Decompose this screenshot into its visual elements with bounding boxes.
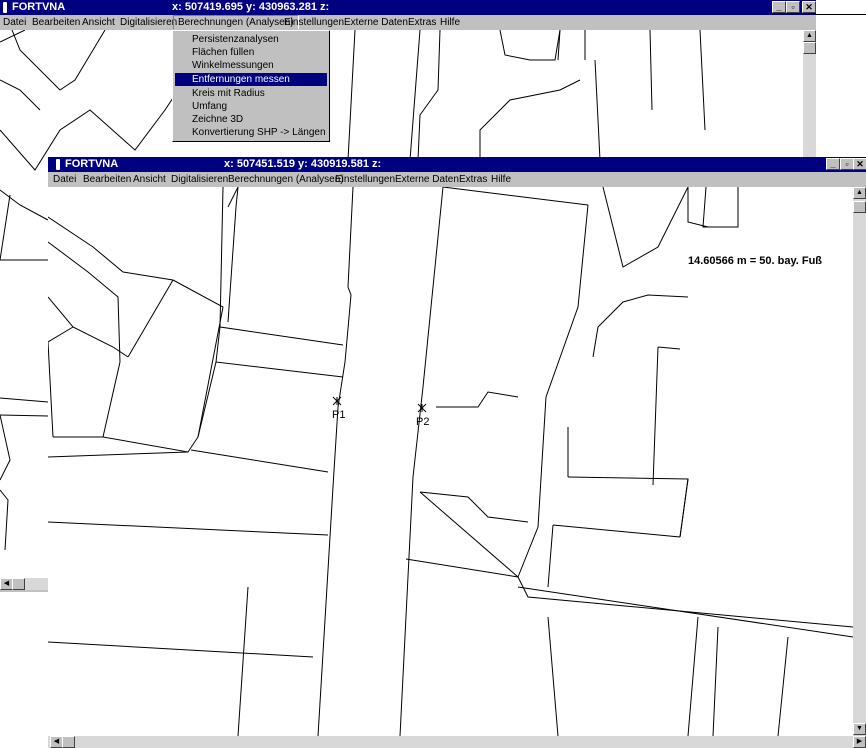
menu-item-winkelmessungen[interactable]: Winkelmessungen xyxy=(175,59,327,72)
point-label-p2: P2 xyxy=(416,416,429,428)
close-button[interactable]: ✕ xyxy=(802,1,816,13)
app-icon xyxy=(3,2,7,13)
menu-digitalisieren[interactable]: Digitalisieren xyxy=(120,16,177,29)
menu-item-konvertierung-shp[interactable]: Konvertierung SHP -> Längen xyxy=(175,126,327,139)
menu-einstellungen[interactable]: Einstellungen xyxy=(335,173,395,186)
menu-ansicht[interactable]: Ansicht xyxy=(82,16,115,29)
minimize-button[interactable]: _ xyxy=(826,158,840,170)
menu-item-zeichne-3d[interactable]: Zeichne 3D xyxy=(175,113,327,126)
menu-hilfe[interactable]: Hilfe xyxy=(440,16,460,29)
menu-einstellungen[interactable]: Einstellungen xyxy=(284,16,344,29)
front-window: FORTVNA x: 507451.519 y: 430919.581 z: _… xyxy=(48,157,866,748)
front-map-drawing: P1 P2 14.60566 m = 50. bay. Fuß xyxy=(48,187,853,736)
app-icon xyxy=(56,159,60,170)
front-horizontal-scrollbar[interactable] xyxy=(48,736,853,748)
front-vertical-scrollbar[interactable] xyxy=(853,187,866,736)
scrollbar-thumb[interactable] xyxy=(853,201,866,213)
window-edge-line xyxy=(816,14,866,15)
menu-item-entfernungen-messen[interactable]: Entfernungen messen xyxy=(175,73,327,86)
menu-item-umfang[interactable]: Umfang xyxy=(175,100,327,113)
front-map-canvas[interactable]: P1 P2 14.60566 m = 50. bay. Fuß xyxy=(48,187,853,736)
back-titlebar[interactable]: FORTVNA x: 507419.695 y: 430963.281 z: _… xyxy=(0,0,816,15)
menu-bearbeiten[interactable]: Bearbeiten xyxy=(32,16,80,29)
menu-externe-daten[interactable]: Externe Daten xyxy=(395,173,459,186)
front-menubar: Datei Bearbeiten Ansicht Digitalisieren … xyxy=(48,172,866,187)
scroll-up-arrow-icon[interactable]: ▲ xyxy=(853,187,866,199)
maximize-button[interactable]: ▫ xyxy=(840,158,854,170)
menu-digitalisieren[interactable]: Digitalisieren xyxy=(171,173,228,186)
maximize-button[interactable]: ▫ xyxy=(786,1,800,13)
measure-point-p1 xyxy=(332,396,342,406)
menu-berechnungen[interactable]: Berechnungen (Analysen) xyxy=(228,173,344,186)
h-scrollbar-thumb[interactable] xyxy=(62,736,75,748)
menu-hilfe[interactable]: Hilfe xyxy=(491,173,511,186)
back-menubar: Datei Bearbeiten Ansicht Digitalisieren … xyxy=(0,15,816,30)
scrollbar-thumb[interactable] xyxy=(803,42,816,54)
menu-datei[interactable]: Datei xyxy=(3,16,26,29)
point-label-p1: P1 xyxy=(332,409,345,421)
minimize-button[interactable]: _ xyxy=(772,1,786,13)
menu-extras[interactable]: Extras xyxy=(459,173,487,186)
menu-externe-daten[interactable]: Externe Daten xyxy=(344,16,408,29)
scroll-up-arrow-icon[interactable]: ▲ xyxy=(803,30,816,42)
front-coords-readout: x: 507451.519 y: 430919.581 z: xyxy=(224,158,382,170)
front-titlebar[interactable]: FORTVNA x: 507451.519 y: 430919.581 z: _… xyxy=(48,157,866,172)
front-window-title: FORTVNA xyxy=(65,158,119,170)
menu-berechnungen[interactable]: Berechnungen (Analysen) xyxy=(173,15,299,29)
scroll-down-arrow-icon[interactable]: ▼ xyxy=(853,723,866,735)
back-coords-readout: x: 507419.695 y: 430963.281 z: xyxy=(172,1,330,13)
menu-item-flaechen-fuellen[interactable]: Flächen füllen xyxy=(175,46,327,59)
measure-point-p2 xyxy=(417,403,427,413)
measurement-readout: 14.60566 m = 50. bay. Fuß xyxy=(688,255,822,267)
menu-item-persistenzanalysen[interactable]: Persistenzanalysen xyxy=(175,33,327,46)
menu-ansicht[interactable]: Ansicht xyxy=(133,173,166,186)
scroll-right-arrow-icon[interactable]: ▶ xyxy=(853,736,866,748)
menu-extras[interactable]: Extras xyxy=(408,16,436,29)
menu-item-kreis-mit-radius[interactable]: Kreis mit Radius xyxy=(175,87,327,100)
menu-datei[interactable]: Datei xyxy=(53,173,76,186)
back-window-title: FORTVNA xyxy=(12,1,66,13)
menu-bearbeiten[interactable]: Bearbeiten xyxy=(83,173,131,186)
h-scrollbar-thumb[interactable] xyxy=(12,578,25,590)
berechnungen-dropdown: Persistenzanalysen Flächen füllen Winkel… xyxy=(172,30,330,142)
close-button[interactable]: ✕ xyxy=(853,158,866,170)
